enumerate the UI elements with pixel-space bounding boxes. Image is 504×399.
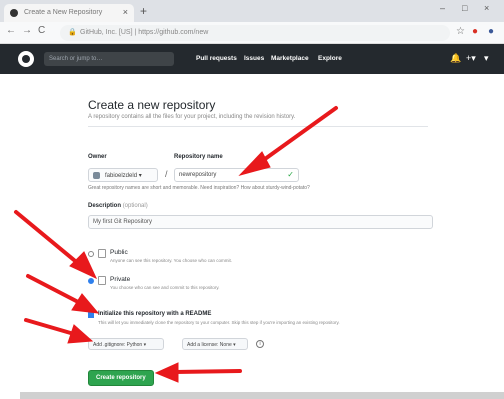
nav-explore[interactable]: Explore [318,55,342,62]
url-text: GitHub, Inc. [US] | https://github.com/n… [80,29,209,36]
owner-repo-separator: / [165,169,168,179]
browser-toolbar: ← → C 🔒 GitHub, Inc. [US] | https://gith… [0,22,504,44]
create-new-dropdown-icon[interactable]: +▾ [466,53,476,64]
address-bar[interactable]: 🔒 GitHub, Inc. [US] | https://github.com… [60,25,450,41]
public-label: Public [110,249,128,256]
repo-name-input[interactable]: newrepository ✓ [174,168,299,182]
search-input[interactable]: Search or jump to… [44,52,174,66]
github-favicon-icon [10,9,18,17]
tab-title: Create a New Repository [24,9,103,16]
description-label-text: Description [88,203,122,209]
github-header: Search or jump to… Pull requests Issues … [0,44,504,74]
public-description: Anyone can see this repository. You choo… [110,258,232,263]
optional-tag: (optional) [122,203,148,209]
gitignore-dropdown[interactable]: Add .gitignore: Python ▾ [88,338,164,350]
readme-checkbox[interactable] [88,312,94,318]
repo-name-hint: Great repository names are short and mem… [88,185,310,191]
owner-label: Owner [88,154,107,160]
owner-select[interactable]: fabioelzdeld ▾ [88,168,158,182]
private-radio[interactable] [88,278,94,284]
divider [88,126,428,127]
readme-description: This will let you immediately clone the … [98,320,340,325]
forward-icon[interactable]: → [22,25,32,36]
new-tab-icon[interactable]: + [140,4,147,18]
horizontal-scrollbar[interactable] [20,392,504,399]
repo-book-icon [98,249,106,258]
user-menu-icon[interactable]: ▾ [484,53,489,64]
private-label: Private [110,276,131,283]
public-radio[interactable] [88,251,94,257]
minimize-icon[interactable]: – [440,3,445,13]
readme-label: Initialize this repository with a README [98,311,212,317]
nav-pull-requests[interactable]: Pull requests [196,55,237,62]
extension-icon[interactable]: ● [472,26,478,37]
lock-icon: 🔒 [68,29,77,36]
close-tab-icon[interactable]: × [123,7,128,17]
profile-icon[interactable]: ● [488,26,494,37]
maximize-icon[interactable]: □ [462,3,467,13]
repo-name-value: newrepository [179,172,217,178]
description-label: Description (optional) [88,203,148,209]
repo-name-label: Repository name [174,154,223,160]
github-logo-icon[interactable] [18,51,34,67]
nav-marketplace[interactable]: Marketplace [271,55,309,62]
new-repository-form: Create a new repository A repository con… [78,74,448,396]
private-description: You choose who can see and commit to thi… [110,285,220,290]
checkmark-icon: ✓ [287,170,294,179]
description-input[interactable]: My first Git Repository [88,215,433,229]
page-title: Create a new repository [88,98,216,112]
bookmark-star-icon[interactable]: ☆ [456,26,465,37]
reload-icon[interactable]: C [38,25,45,36]
close-window-icon[interactable]: × [484,3,489,13]
info-icon[interactable]: i [256,340,264,348]
notifications-bell-icon[interactable]: 🔔 [450,53,461,64]
back-icon[interactable]: ← [6,25,16,36]
owner-value: fabioelzdeld ▾ [105,173,142,179]
avatar [93,172,100,179]
create-repository-button[interactable]: Create repository [88,370,154,386]
lock-icon [98,276,106,285]
license-dropdown[interactable]: Add a license: None ▾ [182,338,248,350]
page-subtitle: A repository contains all the files for … [88,114,296,120]
nav-issues[interactable]: Issues [244,55,264,62]
browser-tab-bar: Create a New Repository × + – □ × [0,0,504,22]
browser-tab[interactable]: Create a New Repository × [4,4,134,22]
